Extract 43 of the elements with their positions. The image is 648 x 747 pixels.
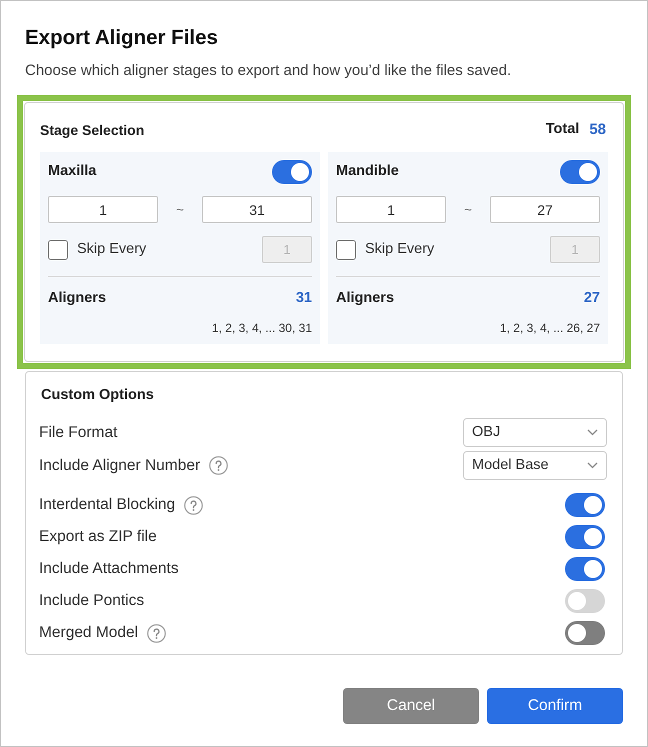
checkbox[interactable] bbox=[336, 240, 356, 260]
range-end-field[interactable]: 27 bbox=[490, 196, 600, 223]
dropdown[interactable]: Model Base bbox=[463, 451, 607, 480]
option-label: Include Attachments bbox=[39, 559, 179, 580]
range-start-field[interactable]: 1 bbox=[48, 196, 158, 223]
aligners-count: 27 bbox=[584, 289, 600, 308]
jaw-name: Mandible bbox=[336, 162, 399, 182]
toggle-switch[interactable] bbox=[565, 525, 605, 549]
option-label: Merged Model bbox=[39, 623, 138, 644]
dialog-subtitle: Choose which aligner stages to export and how you’d like the files saved. bbox=[25, 61, 512, 81]
checkbox-label: Skip Every bbox=[77, 240, 146, 259]
total-label: Total bbox=[546, 120, 580, 140]
toggle-switch[interactable] bbox=[560, 160, 600, 184]
option-label: Export as ZIP file bbox=[39, 527, 157, 548]
option-label: Include Pontics bbox=[39, 591, 144, 612]
toggle-switch[interactable] bbox=[565, 621, 605, 645]
checkbox-label: Skip Every bbox=[365, 240, 434, 259]
chevron-down-icon bbox=[587, 429, 598, 436]
jaw-name: Maxilla bbox=[48, 162, 96, 182]
chevron-down-icon bbox=[587, 462, 598, 469]
toggle-switch[interactable] bbox=[565, 493, 605, 517]
toggle-switch[interactable] bbox=[272, 160, 312, 184]
range-separator: ~ bbox=[464, 200, 472, 219]
aligners-list: 1, 2, 3, 4, ... 30, 31 bbox=[212, 320, 312, 336]
section-title: Stage Selection bbox=[40, 120, 144, 140]
option-label: File Format bbox=[39, 422, 118, 443]
aligners-label: Aligners bbox=[336, 289, 394, 308]
toggle-switch[interactable] bbox=[565, 557, 605, 581]
range-end-field[interactable]: 31 bbox=[202, 196, 312, 223]
range-start-field[interactable]: 1 bbox=[336, 196, 446, 223]
section-title: Custom Options bbox=[41, 386, 155, 405]
checkbox[interactable] bbox=[48, 240, 68, 260]
aligners-count: 31 bbox=[296, 289, 312, 308]
dropdown[interactable]: OBJ bbox=[463, 418, 607, 447]
aligners-label: Aligners bbox=[48, 289, 106, 308]
confirm-button[interactable]: Confirm bbox=[487, 688, 623, 724]
option-label: Include Aligner Number bbox=[39, 456, 200, 476]
total-value: 58 bbox=[589, 120, 606, 140]
aligners-list: 1, 2, 3, 4, ... 26, 27 bbox=[500, 320, 600, 336]
option-label: Interdental Blocking bbox=[39, 495, 176, 516]
cancel-button[interactable]: Cancel bbox=[343, 688, 479, 724]
range-separator: ~ bbox=[176, 200, 184, 219]
dialog-title: Export Aligner Files bbox=[25, 26, 219, 50]
